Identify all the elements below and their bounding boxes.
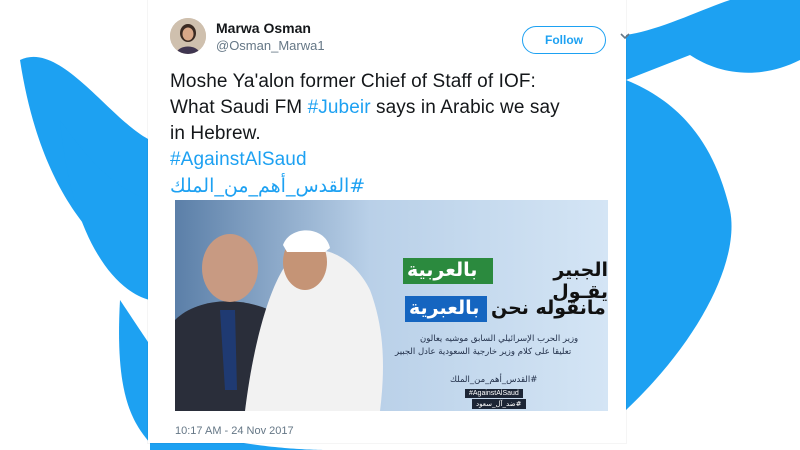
follow-button[interactable]: Follow (522, 26, 606, 54)
image-caption-2: تعليقا على كلام وزير خارجية السعودية عاد… (395, 347, 572, 357)
hashtag-arabic-text[interactable]: #القدس_أهم_من_الملك (170, 175, 365, 197)
image-line-1-highlight: بالعربية (407, 259, 478, 281)
image-tag-box-1: #AgainstAlSaud (465, 389, 523, 398)
tweet-timestamp[interactable]: 10:17 AM - 24 Nov 2017 (175, 425, 294, 437)
tweet-image[interactable]: بالعربية الجبير يقـول بالعبرية مانقوله ن… (175, 200, 608, 411)
author-name[interactable]: Marwa Osman (216, 20, 311, 36)
tweet-line-3: in Hebrew. (170, 123, 261, 144)
tweet-line-2-pre: What Saudi FM (170, 97, 308, 118)
hashtag-against-alsaud[interactable]: #AgainstAlSaud (170, 147, 610, 173)
image-hashtag-ar: #القدس_أهم_من_الملك (450, 375, 538, 385)
image-line-2-highlight: بالعبرية (409, 297, 480, 319)
tweet-text: Moshe Ya'alon former Chief of Staff of I… (170, 69, 610, 200)
image-line-2-prefix: مانقوله نحن (491, 297, 606, 319)
image-caption-1: وزير الحرب الإسرائيلي السابق موشيه يعالو… (420, 334, 579, 344)
tweet-line-2: What Saudi FM #Jubeir says in Arabic we … (170, 95, 610, 121)
tweet-card[interactable]: Marwa Osman @Osman_Marwa1 Follow Moshe Y… (148, 0, 630, 443)
tweet-line-2-post: says in Arabic we say (370, 97, 560, 118)
image-tag-box-2: #ضد_آل_سعود (472, 399, 526, 409)
tweet-header: Marwa Osman @Osman_Marwa1 Follow (170, 16, 630, 60)
avatar[interactable] (170, 18, 206, 54)
tweet-line-1: Moshe Ya'alon former Chief of Staff of I… (170, 71, 536, 92)
hashtag-jubeir[interactable]: #Jubeir (308, 97, 371, 118)
chevron-down-icon[interactable] (619, 30, 631, 42)
hashtag-arabic[interactable]: #القدس_أهم_من_الملك (170, 173, 610, 200)
author-handle[interactable]: @Osman_Marwa1 (216, 38, 325, 53)
